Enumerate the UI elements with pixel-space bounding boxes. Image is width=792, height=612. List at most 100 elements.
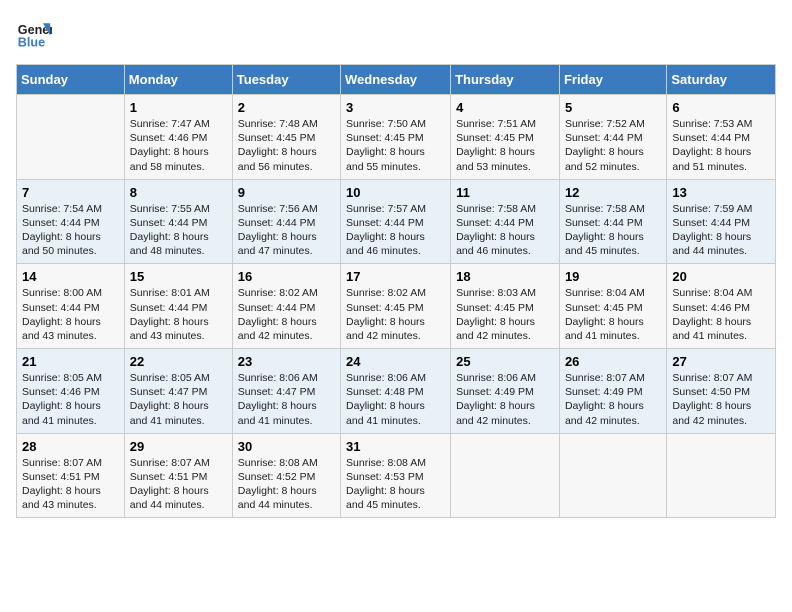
calendar-cell: 21Sunrise: 8:05 AMSunset: 4:46 PMDayligh… [17,349,125,434]
day-number: 1 [130,100,227,115]
day-number: 16 [238,269,335,284]
calendar-week-row: 1Sunrise: 7:47 AMSunset: 4:46 PMDaylight… [17,95,776,180]
calendar-cell: 3 Sunrise: 7:50 AMSunset: 4:45 PMDaylight… [341,95,451,180]
day-info: Sunrise: 8:02 AMSunset: 4:44 PMDaylight:… [238,287,318,342]
calendar-cell [451,433,560,518]
calendar-cell: 9 Sunrise: 7:56 AMSunset: 4:44 PMDaylight… [232,179,340,264]
day-info: Sunrise: 8:07 AMSunset: 4:49 PMDaylight:… [565,372,645,427]
day-info: Sunrise: 7:57 AMSunset: 4:44 PMDaylight:… [346,203,426,258]
calendar-cell: 28Sunrise: 8:07 AMSunset: 4:51 PMDayligh… [17,433,125,518]
calendar-cell: 18 Sunrise: 8:03 AMSunset: 4:45 PMDayligh… [451,264,560,349]
day-number: 4 [456,100,554,115]
day-info: Sunrise: 7:56 AMSunset: 4:44 PMDaylight:… [238,203,318,258]
calendar-cell: 10 Sunrise: 7:57 AMSunset: 4:44 PMDayligh… [341,179,451,264]
calendar-cell: 25 Sunrise: 8:06 AMSunset: 4:49 PMDayligh… [451,349,560,434]
day-number: 20 [672,269,770,284]
calendar-cell: 27 Sunrise: 8:07 AMSunset: 4:50 PMDayligh… [667,349,776,434]
day-info: Sunrise: 7:50 AMSunset: 4:45 PMDaylight:… [346,118,426,173]
day-info: Sunrise: 7:48 AMSunset: 4:45 PMDaylight:… [238,118,318,173]
day-number: 2 [238,100,335,115]
column-header-tuesday: Tuesday [232,65,340,95]
day-number: 27 [672,354,770,369]
day-number: 3 [346,100,445,115]
day-number: 18 [456,269,554,284]
day-number: 15 [130,269,227,284]
calendar-cell: 30 Sunrise: 8:08 AMSunset: 4:52 PMDayligh… [232,433,340,518]
day-info: Sunrise: 7:58 AMSunset: 4:44 PMDaylight:… [456,203,536,258]
page-header: General Blue [16,16,776,52]
calendar-cell: 23 Sunrise: 8:06 AMSunset: 4:47 PMDayligh… [232,349,340,434]
day-info: Sunrise: 8:04 AMSunset: 4:45 PMDaylight:… [565,287,645,342]
calendar-week-row: 21Sunrise: 8:05 AMSunset: 4:46 PMDayligh… [17,349,776,434]
day-number: 23 [238,354,335,369]
calendar-cell: 14Sunrise: 8:00 AMSunset: 4:44 PMDayligh… [17,264,125,349]
day-number: 10 [346,185,445,200]
calendar-cell: 22Sunrise: 8:05 AMSunset: 4:47 PMDayligh… [124,349,232,434]
calendar-header-row: SundayMondayTuesdayWednesdayThursdayFrid… [17,65,776,95]
calendar-week-row: 7Sunrise: 7:54 AMSunset: 4:44 PMDaylight… [17,179,776,264]
calendar-cell: 1Sunrise: 7:47 AMSunset: 4:46 PMDaylight… [124,95,232,180]
day-info: Sunrise: 8:08 AMSunset: 4:53 PMDaylight:… [346,457,426,512]
day-info: Sunrise: 8:03 AMSunset: 4:45 PMDaylight:… [456,287,536,342]
day-info: Sunrise: 8:07 AMSunset: 4:51 PMDaylight:… [130,457,210,512]
day-number: 31 [346,439,445,454]
day-info: Sunrise: 8:06 AMSunset: 4:48 PMDaylight:… [346,372,426,427]
day-info: Sunrise: 7:58 AMSunset: 4:44 PMDaylight:… [565,203,645,258]
calendar-cell: 6 Sunrise: 7:53 AMSunset: 4:44 PMDaylight… [667,95,776,180]
day-number: 11 [456,185,554,200]
calendar-table: SundayMondayTuesdayWednesdayThursdayFrid… [16,64,776,518]
day-number: 9 [238,185,335,200]
logo-icon: General Blue [16,16,52,52]
day-info: Sunrise: 8:04 AMSunset: 4:46 PMDaylight:… [672,287,752,342]
column-header-sunday: Sunday [17,65,125,95]
day-info: Sunrise: 7:53 AMSunset: 4:44 PMDaylight:… [672,118,752,173]
calendar-cell: 20 Sunrise: 8:04 AMSunset: 4:46 PMDayligh… [667,264,776,349]
day-info: Sunrise: 8:07 AMSunset: 4:51 PMDaylight:… [22,457,102,512]
calendar-cell: 2 Sunrise: 7:48 AMSunset: 4:45 PMDaylight… [232,95,340,180]
day-info: Sunrise: 7:51 AMSunset: 4:45 PMDaylight:… [456,118,536,173]
calendar-cell [667,433,776,518]
day-number: 21 [22,354,119,369]
calendar-cell [559,433,666,518]
day-info: Sunrise: 7:59 AMSunset: 4:44 PMDaylight:… [672,203,752,258]
day-number: 19 [565,269,661,284]
day-info: Sunrise: 8:08 AMSunset: 4:52 PMDaylight:… [238,457,318,512]
day-info: Sunrise: 7:52 AMSunset: 4:44 PMDaylight:… [565,118,645,173]
calendar-cell: 7Sunrise: 7:54 AMSunset: 4:44 PMDaylight… [17,179,125,264]
calendar-cell: 16 Sunrise: 8:02 AMSunset: 4:44 PMDayligh… [232,264,340,349]
svg-text:Blue: Blue [18,36,45,50]
day-info: Sunrise: 8:00 AMSunset: 4:44 PMDaylight:… [22,287,102,342]
calendar-cell: 26 Sunrise: 8:07 AMSunset: 4:49 PMDayligh… [559,349,666,434]
day-number: 5 [565,100,661,115]
column-header-thursday: Thursday [451,65,560,95]
calendar-cell [17,95,125,180]
calendar-cell: 4 Sunrise: 7:51 AMSunset: 4:45 PMDaylight… [451,95,560,180]
day-info: Sunrise: 8:06 AMSunset: 4:47 PMDaylight:… [238,372,318,427]
day-number: 12 [565,185,661,200]
day-number: 7 [22,185,119,200]
day-number: 30 [238,439,335,454]
calendar-cell: 12 Sunrise: 7:58 AMSunset: 4:44 PMDayligh… [559,179,666,264]
logo: General Blue [16,16,58,52]
day-info: Sunrise: 7:55 AMSunset: 4:44 PMDaylight:… [130,203,210,258]
calendar-cell: 11 Sunrise: 7:58 AMSunset: 4:44 PMDayligh… [451,179,560,264]
day-info: Sunrise: 8:06 AMSunset: 4:49 PMDaylight:… [456,372,536,427]
day-number: 24 [346,354,445,369]
day-number: 8 [130,185,227,200]
calendar-cell: 29Sunrise: 8:07 AMSunset: 4:51 PMDayligh… [124,433,232,518]
calendar-cell: 15 Sunrise: 8:01 AMSunset: 4:44 PMDayligh… [124,264,232,349]
column-header-saturday: Saturday [667,65,776,95]
day-info: Sunrise: 8:07 AMSunset: 4:50 PMDaylight:… [672,372,752,427]
column-header-friday: Friday [559,65,666,95]
calendar-week-row: 14Sunrise: 8:00 AMSunset: 4:44 PMDayligh… [17,264,776,349]
calendar-week-row: 28Sunrise: 8:07 AMSunset: 4:51 PMDayligh… [17,433,776,518]
calendar-cell: 31 Sunrise: 8:08 AMSunset: 4:53 PMDayligh… [341,433,451,518]
column-header-wednesday: Wednesday [341,65,451,95]
column-header-monday: Monday [124,65,232,95]
day-number: 25 [456,354,554,369]
calendar-cell: 17Sunrise: 8:02 AMSunset: 4:45 PMDayligh… [341,264,451,349]
day-number: 17 [346,269,445,284]
day-info: Sunrise: 8:01 AMSunset: 4:44 PMDaylight:… [130,287,210,342]
day-number: 6 [672,100,770,115]
day-number: 26 [565,354,661,369]
